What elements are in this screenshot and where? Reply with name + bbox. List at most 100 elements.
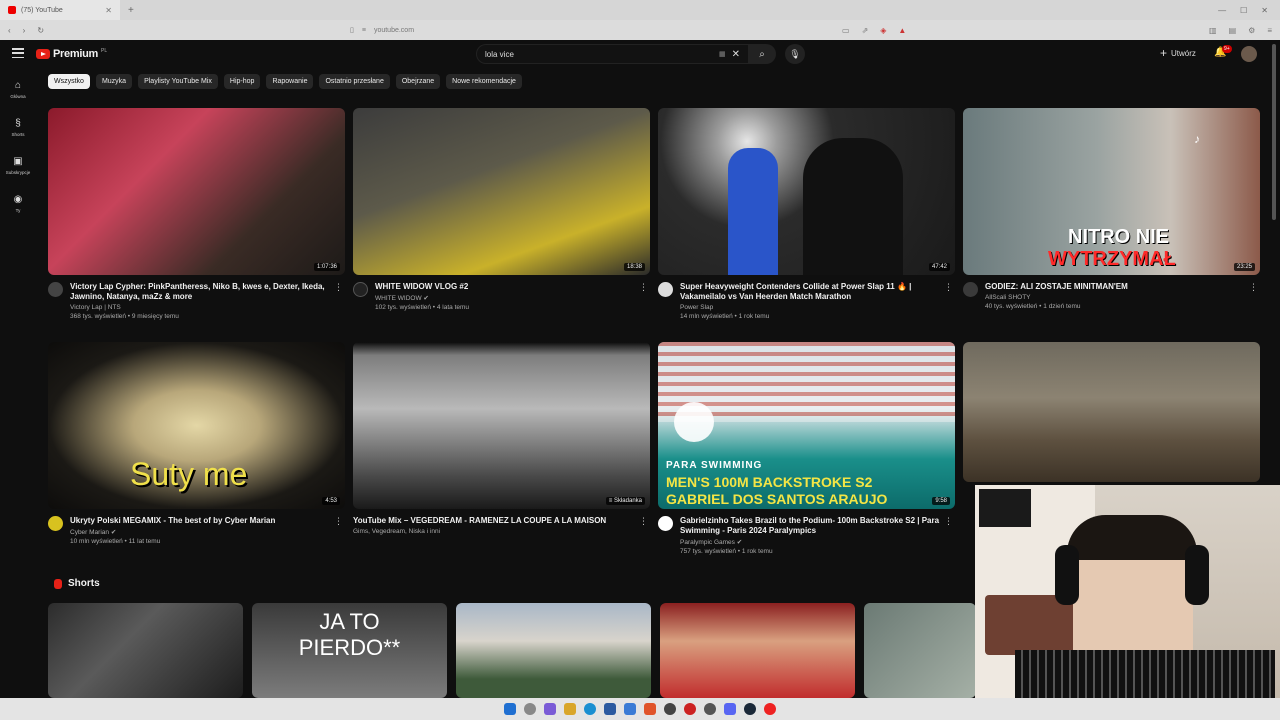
- video-title[interactable]: Victory Lap Cypher: PinkPantheress, Niko…: [70, 282, 345, 302]
- maximize-icon[interactable]: ☐: [1240, 6, 1247, 15]
- video-card[interactable]: [963, 342, 1260, 482]
- edge-icon[interactable]: [584, 703, 596, 715]
- video-card[interactable]: NITRO NIE WYTRZYMAŁ ♪ 23:25 GODIEZ: ALI …: [963, 108, 1260, 310]
- search-button[interactable]: ⌕: [748, 44, 776, 64]
- chip-music[interactable]: Muzyka: [95, 74, 133, 89]
- file-explorer-icon[interactable]: [564, 703, 576, 715]
- video-thumbnail[interactable]: PARA SWIMMING MEN'S 100M BACKSTROKE S2 G…: [658, 342, 955, 509]
- video-card[interactable]: ≡ Składanka YouTube Mix – VEGEDREAM - RA…: [353, 342, 650, 535]
- chip-watched[interactable]: Obejrzane: [395, 74, 441, 89]
- store-icon[interactable]: [604, 703, 616, 715]
- chip-all[interactable]: Wszystko: [48, 74, 90, 89]
- app-icon[interactable]: [664, 703, 676, 715]
- wallet-icon[interactable]: ▤: [1229, 26, 1237, 35]
- channel-avatar[interactable]: [48, 516, 63, 531]
- extensions-icon[interactable]: ⚙: [1248, 26, 1255, 35]
- channel-name[interactable]: Victory Lap | NTS: [70, 304, 345, 311]
- more-options-icon[interactable]: ⋮: [1249, 282, 1258, 293]
- account-avatar[interactable]: [1241, 46, 1257, 62]
- channel-avatar[interactable]: [48, 282, 63, 297]
- channel-name[interactable]: Cyber Marian ✔: [70, 528, 345, 536]
- video-title[interactable]: WHITE WIDOW VLOG #2: [375, 282, 650, 292]
- alert-icon[interactable]: ▲: [898, 26, 906, 35]
- chip-rap[interactable]: Rapowanie: [266, 74, 314, 89]
- short-thumbnail[interactable]: [660, 603, 855, 698]
- site-info-icon[interactable]: ≡: [362, 27, 366, 34]
- video-card[interactable]: 47:42 Super Heavyweight Contenders Colli…: [658, 108, 955, 320]
- video-card[interactable]: PARA SWIMMING MEN'S 100M BACKSTROKE S2 G…: [658, 342, 955, 555]
- brave-icon[interactable]: [644, 703, 656, 715]
- channel-avatar[interactable]: [658, 516, 673, 531]
- close-tab-icon[interactable]: ✕: [105, 6, 112, 15]
- video-thumbnail[interactable]: [963, 342, 1260, 482]
- video-title[interactable]: Gabrielzinho Takes Brazil to the Podium-…: [680, 516, 955, 536]
- discord-icon[interactable]: [724, 703, 736, 715]
- chip-hiphop[interactable]: Hip-hop: [223, 74, 261, 89]
- chip-mix-playlists[interactable]: Playlisty YouTube Mix: [138, 74, 218, 89]
- short-thumbnail[interactable]: JA TO PIERDO**: [252, 603, 447, 698]
- close-window-icon[interactable]: ✕: [1261, 6, 1268, 15]
- video-card[interactable]: 18:38 WHITE WIDOW VLOG #2 WHITE WIDOW ✔ …: [353, 108, 650, 311]
- video-title[interactable]: Super Heavyweight Contenders Collide at …: [680, 282, 955, 302]
- reload-icon[interactable]: ↻: [37, 26, 44, 35]
- video-title[interactable]: GODIEZ: ALI ZOSTAJE MINITMAN'EM: [985, 282, 1260, 292]
- address-bar[interactable]: ▯ ≡ youtube.com: [350, 23, 910, 37]
- menu-icon[interactable]: ≡: [1267, 26, 1272, 35]
- video-thumbnail[interactable]: 1:07:36: [48, 108, 345, 275]
- short-thumbnail[interactable]: [48, 603, 243, 698]
- search-taskbar-icon[interactable]: [524, 703, 536, 715]
- clear-search-icon[interactable]: ✕: [732, 49, 740, 60]
- new-tab-icon[interactable]: +: [128, 5, 134, 16]
- settings-icon[interactable]: [704, 703, 716, 715]
- video-title[interactable]: YouTube Mix – VEGEDREAM - RAMENEZ LA COU…: [353, 516, 650, 526]
- channel-name[interactable]: AllScali SHOTY: [985, 294, 1260, 301]
- more-options-icon[interactable]: ⋮: [944, 516, 953, 527]
- sidebar-item-subscriptions[interactable]: ▣ Subskrypcje: [0, 152, 36, 190]
- app-icon[interactable]: [684, 703, 696, 715]
- back-icon[interactable]: ‹: [8, 26, 11, 35]
- channel-name[interactable]: Gims, Vegedream, Niska i inni: [353, 528, 650, 535]
- channel-name[interactable]: Paralympic Games ✔: [680, 538, 955, 546]
- video-thumbnail[interactable]: NITRO NIE WYTRZYMAŁ ♪ 23:25: [963, 108, 1260, 275]
- more-options-icon[interactable]: ⋮: [639, 516, 648, 527]
- shield-icon[interactable]: ◈: [880, 26, 886, 35]
- keyboard-icon[interactable]: ▦: [719, 50, 726, 58]
- video-thumbnail[interactable]: 47:42: [658, 108, 955, 275]
- short-thumbnail[interactable]: [864, 603, 976, 698]
- record-icon[interactable]: [764, 703, 776, 715]
- chip-new-recommendations[interactable]: Nowe rekomendacje: [446, 74, 522, 89]
- browser-tab[interactable]: (75) YouTube ✕: [0, 0, 120, 20]
- search-input[interactable]: lola vice ▦ ✕: [476, 44, 748, 64]
- short-thumbnail[interactable]: [456, 603, 651, 698]
- video-thumbnail[interactable]: 18:38: [353, 108, 650, 275]
- hamburger-menu-icon[interactable]: [12, 48, 24, 58]
- channel-name[interactable]: Power Slap: [680, 304, 955, 311]
- scrollbar[interactable]: [1272, 44, 1276, 220]
- channel-name[interactable]: WHITE WIDOW ✔: [375, 294, 650, 302]
- sidebar-item-home[interactable]: ⌂ Główna: [0, 76, 36, 114]
- channel-avatar[interactable]: [658, 282, 673, 297]
- video-thumbnail[interactable]: ≡ Składanka: [353, 342, 650, 509]
- share-icon[interactable]: ⇗: [862, 26, 869, 35]
- sidebar-toggle-icon[interactable]: ▥: [1209, 26, 1217, 35]
- minimize-icon[interactable]: —: [1218, 6, 1226, 15]
- screenshot-icon[interactable]: ▭: [842, 26, 850, 35]
- more-options-icon[interactable]: ⋮: [334, 516, 343, 527]
- more-options-icon[interactable]: ⋮: [334, 282, 343, 293]
- sidebar-item-shorts[interactable]: § Shorts: [0, 114, 36, 152]
- mail-icon[interactable]: [624, 703, 636, 715]
- video-title[interactable]: Ukryty Polski MEGAMIX - The best of by C…: [70, 516, 345, 526]
- channel-avatar[interactable]: [963, 282, 978, 297]
- more-options-icon[interactable]: ⋮: [639, 282, 648, 293]
- video-card[interactable]: Suty me 4:53 Ukryty Polski MEGAMIX - The…: [48, 342, 345, 545]
- youtube-logo[interactable]: Premium PL: [36, 48, 107, 60]
- copilot-icon[interactable]: [544, 703, 556, 715]
- sidebar-item-you[interactable]: ◉ Ty: [0, 190, 36, 228]
- channel-avatar[interactable]: [353, 282, 368, 297]
- video-thumbnail[interactable]: Suty me 4:53: [48, 342, 345, 509]
- bookmark-icon[interactable]: ▯: [350, 26, 354, 34]
- voice-search-button[interactable]: 🎙: [785, 44, 805, 64]
- create-button[interactable]: + Utwórz: [1160, 46, 1196, 60]
- forward-icon[interactable]: ›: [23, 26, 26, 35]
- video-card[interactable]: 1:07:36 Victory Lap Cypher: PinkPanthere…: [48, 108, 345, 320]
